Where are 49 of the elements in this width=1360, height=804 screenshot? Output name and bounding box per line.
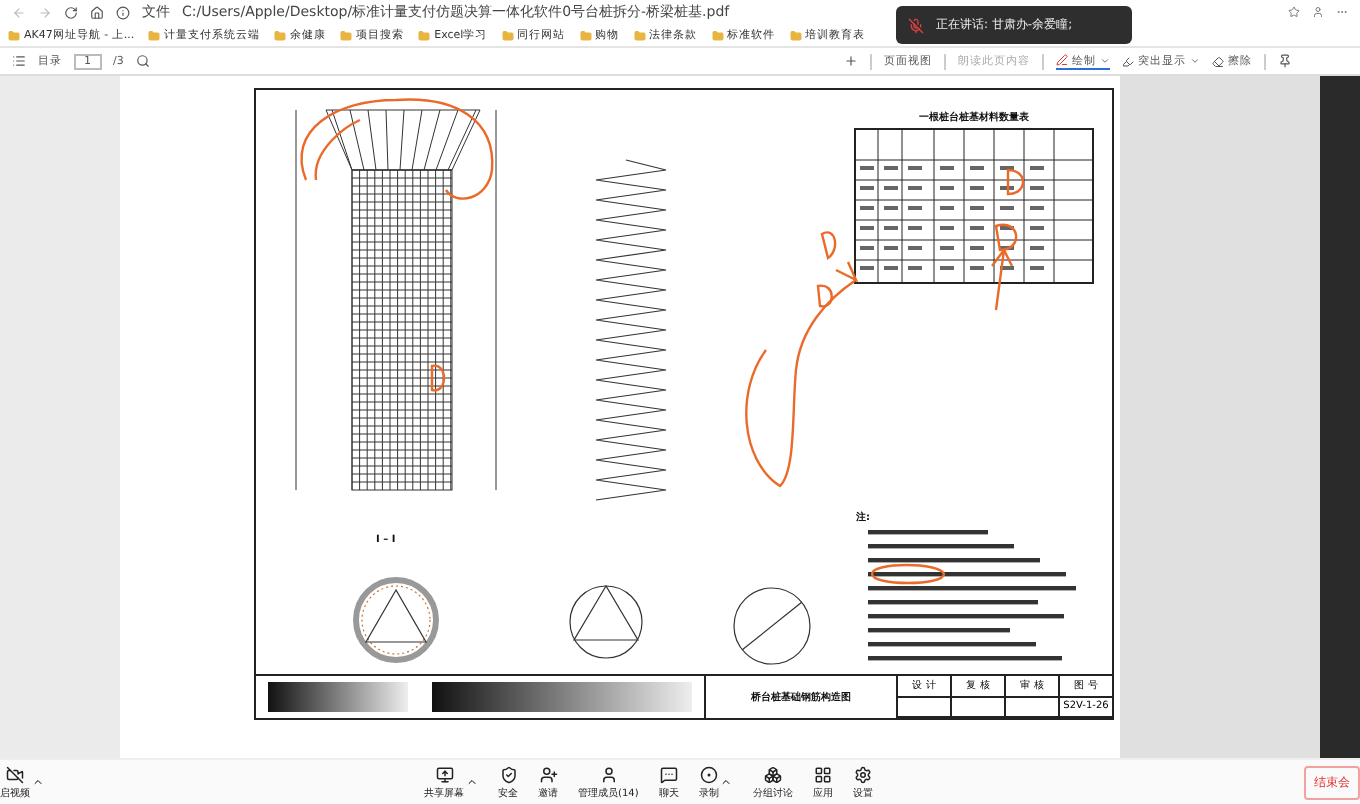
zoom-in-icon[interactable]	[844, 54, 858, 68]
section-drawing	[569, 584, 643, 659]
blocks-icon	[763, 765, 782, 783]
folder-icon	[8, 29, 20, 41]
pen-mark-drawing	[820, 231, 837, 260]
add-user-icon	[539, 765, 557, 783]
caret-icon[interactable]	[720, 776, 733, 788]
home-icon[interactable]	[90, 5, 104, 19]
profile-icon[interactable]	[1312, 6, 1324, 18]
caret-icon[interactable]	[32, 776, 44, 788]
folder-icon	[340, 29, 353, 41]
section-drawing	[353, 577, 439, 663]
caret-icon[interactable]	[466, 776, 478, 788]
folder-icon	[274, 29, 287, 41]
pin-icon[interactable]	[1278, 54, 1292, 68]
section-drawing	[733, 587, 811, 665]
folder-icon	[418, 29, 431, 41]
gradient-block	[268, 682, 408, 712]
list-icon[interactable]	[12, 54, 26, 68]
highlighter-icon	[1122, 55, 1134, 67]
record-icon	[699, 765, 718, 783]
pen-icon	[1056, 54, 1068, 66]
folder-icon	[148, 29, 161, 41]
pen-ellipse-drawing	[870, 563, 946, 585]
folder-icon	[501, 29, 514, 41]
star-icon[interactable]	[1288, 6, 1300, 18]
screen-share-icon	[435, 765, 453, 783]
folder-icon	[579, 29, 592, 41]
pen-mark-drawing	[430, 364, 446, 392]
settings-icon	[853, 765, 872, 783]
chat-icon	[659, 765, 678, 783]
pen-mark-drawing	[1006, 168, 1025, 196]
grid-icon	[813, 765, 832, 783]
caret-icon	[1190, 56, 1200, 66]
refresh-icon[interactable]	[64, 5, 78, 19]
muted-mic-icon	[908, 17, 924, 33]
pen-mark-drawing	[994, 223, 1018, 252]
search-icon[interactable]	[135, 54, 150, 68]
eraser-icon	[1212, 55, 1224, 67]
pen-arrow-drawing	[990, 247, 1014, 312]
person-icon	[599, 765, 618, 783]
folder-icon	[789, 29, 802, 41]
info-icon	[116, 5, 130, 19]
pen-mark-drawing	[816, 284, 833, 308]
shield-icon	[499, 765, 517, 783]
folder-icon	[711, 29, 724, 41]
video-off-icon	[6, 765, 24, 783]
caret-icon	[1100, 55, 1110, 65]
folder-icon	[633, 29, 646, 41]
